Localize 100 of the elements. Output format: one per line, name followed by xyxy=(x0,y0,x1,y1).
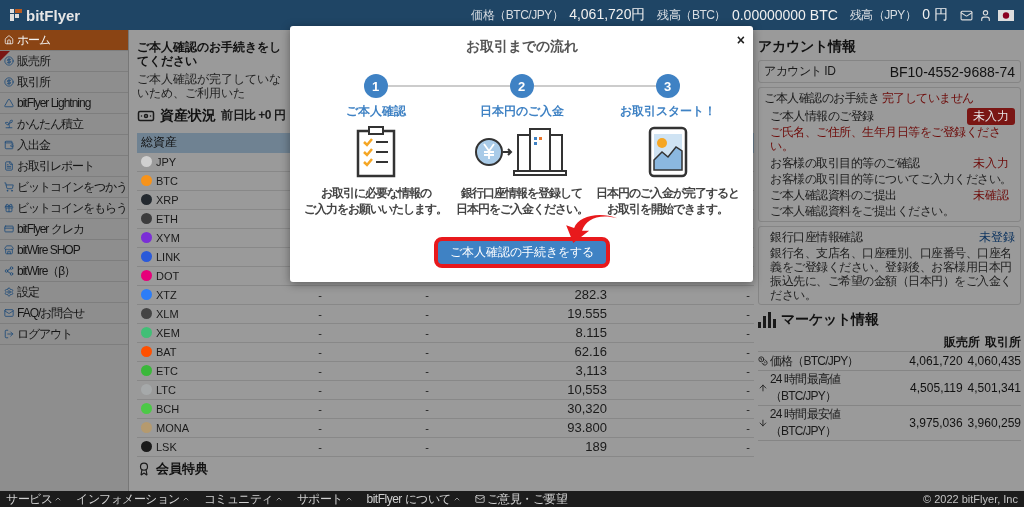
verification-label: ご本人確認のお手続き 完了していません xyxy=(764,90,975,107)
coin-name: JPY xyxy=(137,155,287,168)
table-cell-text: - xyxy=(424,288,430,301)
arrow-down-icon xyxy=(758,418,768,429)
home-icon xyxy=(4,35,14,45)
coin-name: LTC xyxy=(137,383,287,396)
coin-name: XRP xyxy=(137,193,287,206)
step-title: ご本人確認 xyxy=(345,103,406,120)
notice-text: ご本人確認が完了していないため、ご利用いた xyxy=(137,71,282,101)
step-note: ご本人確認資料をご提出ください。 xyxy=(769,205,955,220)
table-cell: 4,505,119 xyxy=(910,381,963,396)
section-title: 会員特典 xyxy=(156,459,208,478)
step-description: 銀行口座情報を登録して 日本円をご入金ください。 xyxy=(455,186,588,218)
table-cell-text: 8.115 xyxy=(574,325,608,341)
flag-icon[interactable] xyxy=(998,9,1014,21)
table-cell-text: 19.555 xyxy=(566,306,608,322)
sidebar-item[interactable]: bitFlyer Lightning xyxy=(0,93,128,114)
column-header: 取引所 xyxy=(985,333,1021,351)
column-header: 販売所 xyxy=(944,333,980,351)
caret-icon xyxy=(344,495,353,503)
modal-title: お取引までの流れ xyxy=(465,38,578,56)
copyright: © 2022 bitFlyer, Inc xyxy=(923,493,1018,505)
status-text: 未登録 xyxy=(979,229,1015,247)
step-note: 銀行名、支店名、口座種別、口座番号、口座名義をご登録ください。登録後、お客様用日本円振込先に、ご希望の金額（日本円）をご入金ください。 xyxy=(769,247,1013,303)
coin-name: ETC xyxy=(137,364,287,377)
sidebar-item[interactable]: 取引所 xyxy=(0,72,128,93)
award-icon xyxy=(137,461,151,476)
gift-icon xyxy=(4,203,14,213)
close-button[interactable]: × xyxy=(736,32,745,48)
sidebar-item[interactable]: 入出金 xyxy=(0,135,128,156)
table-cell-text: - xyxy=(745,288,751,301)
coin-name: BAT xyxy=(137,345,287,358)
cart-icon xyxy=(4,182,14,192)
user-icon[interactable] xyxy=(979,8,992,22)
table-cell-text: - xyxy=(745,383,751,396)
table-cell-text: - xyxy=(317,345,323,358)
table-cell-text: - xyxy=(424,383,430,396)
mail-icon xyxy=(474,494,485,504)
step-note: ご氏名、ご住所、生年月日等をご登録ください。 xyxy=(769,126,1001,154)
step-title: ご本人確認資料のご提出 xyxy=(770,187,897,205)
feedback-link[interactable]: ご意見・ご要望 xyxy=(474,490,568,507)
sidebar-item[interactable]: 設定 xyxy=(0,282,128,303)
status-badge: 未入力 xyxy=(967,108,1015,125)
footer-menu[interactable]: サポート xyxy=(296,490,353,507)
mail-icon[interactable] xyxy=(960,8,973,22)
coin-name: LSK xyxy=(137,440,287,453)
sidebar-item[interactable]: ホーム xyxy=(0,30,128,51)
coins-icon xyxy=(758,356,768,367)
stat-value: 0.00000000 BTC xyxy=(731,7,838,23)
step-description: お取引に必要な情報の ご入力をお願いいたします。 xyxy=(304,186,447,218)
stat-label: 残高（BTC） xyxy=(657,6,726,24)
logo: bitFlyer xyxy=(10,6,81,24)
document-icon xyxy=(4,161,14,171)
wallet-icon xyxy=(4,140,14,150)
sidebar-item[interactable]: FAQ/お問合せ xyxy=(0,303,128,324)
coin-name: MONA xyxy=(137,421,287,434)
share-icon xyxy=(4,266,14,276)
stat-label: 価格（BTC/JPY） xyxy=(471,6,564,24)
coin-name: BCH xyxy=(137,402,287,415)
logout-icon xyxy=(4,329,14,339)
sidebar-item[interactable]: bitWire（β） xyxy=(0,261,128,282)
footer-menu[interactable]: インフォメーション xyxy=(76,490,190,507)
arrow-up-icon xyxy=(758,383,768,394)
footer-menu[interactable]: bitFlyer について xyxy=(366,490,461,507)
coin-name: XEM xyxy=(137,326,287,339)
triangle-icon xyxy=(4,98,14,108)
step-description: 日本円のご入金が完了すると お取引を開始できます。 xyxy=(596,186,739,218)
step-number: 3 xyxy=(655,74,680,98)
bar-chart-icon xyxy=(758,312,776,329)
footer-menu[interactable]: コミュニティ xyxy=(203,490,283,507)
table-cell-text: - xyxy=(317,364,323,377)
table-cell-text: - xyxy=(745,364,751,377)
sidebar-item[interactable]: 販売所 xyxy=(0,51,128,72)
sidebar-item[interactable]: ビットコインをもらう xyxy=(0,198,128,219)
sidebar-item[interactable]: bitFlyer クレカ xyxy=(0,219,128,240)
status-text: 未確認 xyxy=(972,187,1010,205)
sidebar-item[interactable]: お取引レポート xyxy=(0,156,128,177)
sidebar-item[interactable]: かんたん積立 xyxy=(0,114,128,135)
sidebar-item[interactable]: ログアウト xyxy=(0,324,128,345)
field-label: アカウント ID xyxy=(764,63,836,80)
column-header: 総資産 xyxy=(141,134,177,152)
coin-name: XLM xyxy=(137,307,287,320)
account-id: BF10-4552-9688-74 xyxy=(889,63,1015,80)
table-cell-text: - xyxy=(424,307,430,320)
coin-name: DOT xyxy=(137,269,287,282)
step-number: 2 xyxy=(509,74,534,98)
clipboard-icon xyxy=(355,126,396,178)
verify-button[interactable]: ご本人確認の手続きをする xyxy=(433,237,610,269)
table-cell-text: - xyxy=(317,440,323,453)
step-title: 日本円のご入金 xyxy=(479,103,564,120)
market-label: 24 時間最安値（BTC/JPY） xyxy=(758,406,905,441)
sidebar-item[interactable]: bitWire SHOP xyxy=(0,240,128,261)
table-cell-text: - xyxy=(745,421,751,434)
table-cell-text: - xyxy=(317,307,323,320)
footer-menu[interactable]: サービス xyxy=(6,490,62,507)
coin-name: LINK xyxy=(137,250,287,263)
daily-change: 前日比 +0 円 xyxy=(221,107,286,125)
table-cell-text: - xyxy=(745,440,751,453)
sidebar-item[interactable]: ビットコインをつかう xyxy=(0,177,128,198)
table-cell-text: - xyxy=(424,440,430,453)
